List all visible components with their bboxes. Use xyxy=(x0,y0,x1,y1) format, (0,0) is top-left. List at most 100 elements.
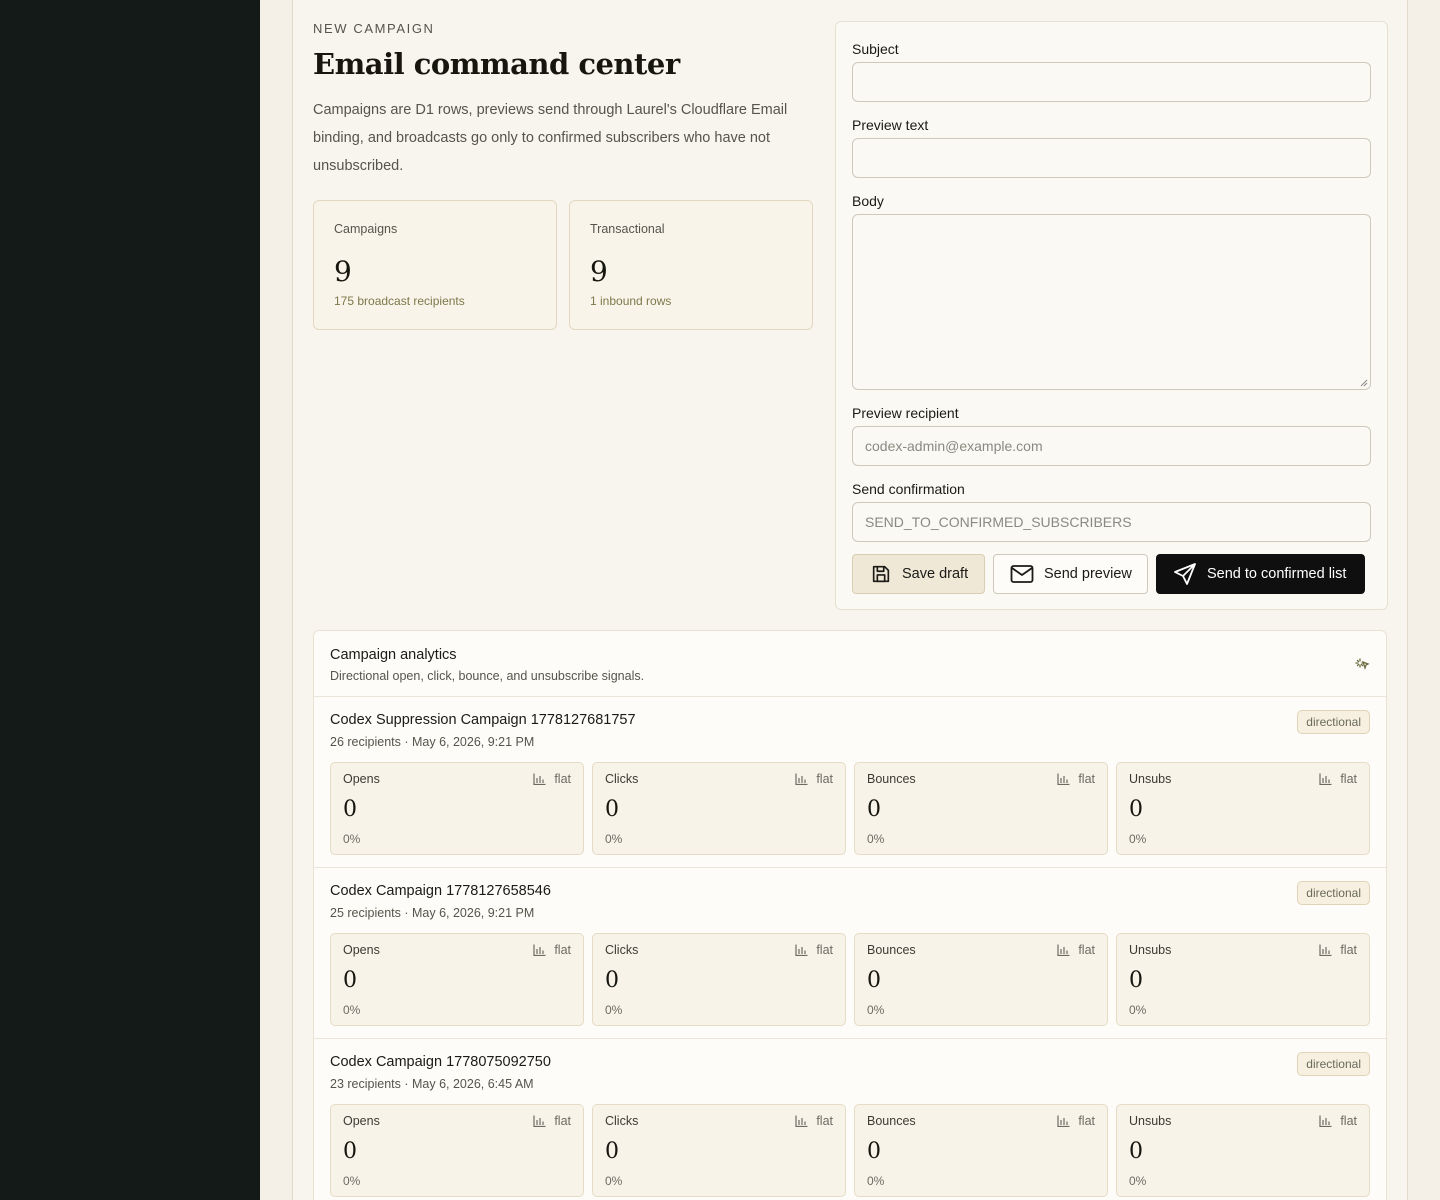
send-preview-label: Send preview xyxy=(1044,566,1132,582)
analytics-title: Campaign analytics xyxy=(330,647,457,663)
metric-card-unsubs: Unsubs flat 0 0% xyxy=(1116,762,1370,855)
metric-card-unsubs: Unsubs flat 0 0% xyxy=(1116,1104,1370,1197)
campaign-meta: 26 recipients · May 6, 2026, 9:21 PM xyxy=(330,735,535,749)
metric-card-bounces: Bounces flat 0 0% xyxy=(854,933,1108,1026)
metric-trend: flat xyxy=(533,772,571,786)
body-textarea[interactable] xyxy=(852,214,1371,390)
metric-card-clicks: Clicks flat 0 0% xyxy=(592,1104,846,1197)
metric-label: Unsubs xyxy=(1129,1114,1172,1128)
preview-recipient-label: Preview recipient xyxy=(852,405,959,421)
metric-card-bounces: Bounces flat 0 0% xyxy=(854,1104,1108,1197)
metric-label: Opens xyxy=(343,1114,380,1128)
preview-text-input[interactable] xyxy=(852,138,1371,178)
page-description: Campaigns are D1 rows, previews send thr… xyxy=(313,102,788,174)
metric-label: Bounces xyxy=(867,772,916,786)
metric-value: 0 xyxy=(343,797,357,822)
sparkle-icon xyxy=(1355,658,1370,671)
save-draft-button[interactable]: Save draft xyxy=(852,554,985,594)
send-icon xyxy=(1174,563,1196,585)
metric-value: 0 xyxy=(1129,797,1143,822)
send-confirmation-label: Send confirmation xyxy=(852,481,965,497)
preview-text-label: Preview text xyxy=(852,117,929,133)
body-label: Body xyxy=(852,193,884,209)
campaign-analytics: Campaign analytics Directional open, cli… xyxy=(313,630,1387,1200)
bar-chart-icon xyxy=(533,773,546,785)
status-badge: directional xyxy=(1297,710,1370,734)
metric-card-clicks: Clicks flat 0 0% xyxy=(592,933,846,1026)
analytics-header: Campaign analytics Directional open, cli… xyxy=(314,631,1386,697)
metric-trend: flat xyxy=(795,772,833,786)
stat-card-campaigns: Campaigns 9 175 broadcast recipients xyxy=(313,200,557,330)
bar-chart-icon xyxy=(1319,773,1332,785)
trend-label: flat xyxy=(1340,1114,1357,1128)
subject-label: Subject xyxy=(852,41,899,57)
bar-chart-icon xyxy=(1057,1115,1070,1127)
metric-percent: 0% xyxy=(867,1003,885,1017)
metric-value: 0 xyxy=(867,797,881,822)
metric-trend: flat xyxy=(795,943,833,957)
trend-label: flat xyxy=(1340,772,1357,786)
bar-chart-icon xyxy=(1057,944,1070,956)
resize-grip-icon[interactable] xyxy=(1360,379,1368,387)
preview-recipient-input[interactable]: codex-admin@example.com xyxy=(852,426,1371,466)
send-to-confirmed-list-button[interactable]: Send to confirmed list xyxy=(1156,554,1365,594)
metric-trend: flat xyxy=(533,1114,571,1128)
analytics-subtitle: Directional open, click, bounce, and uns… xyxy=(330,669,645,683)
sidebar xyxy=(0,0,260,1200)
metric-value: 0 xyxy=(867,1139,881,1164)
metric-trend: flat xyxy=(533,943,571,957)
metric-trend: flat xyxy=(1319,943,1357,957)
send-preview-button[interactable]: Send preview xyxy=(993,554,1148,594)
metric-percent: 0% xyxy=(343,1174,361,1188)
campaign-meta: 23 recipients · May 6, 2026, 6:45 AM xyxy=(330,1077,534,1091)
campaign-row[interactable]: Codex Campaign 1778075092750 23 recipient… xyxy=(314,1039,1386,1200)
campaign-form: Subject Preview text Body Preview recipi… xyxy=(835,21,1388,610)
metric-percent: 0% xyxy=(1129,1174,1147,1188)
metric-percent: 0% xyxy=(343,832,361,846)
bar-chart-icon xyxy=(795,944,808,956)
metric-percent: 0% xyxy=(605,1003,623,1017)
metric-label: Unsubs xyxy=(1129,943,1172,957)
metric-trend: flat xyxy=(795,1114,833,1128)
metric-label: Clicks xyxy=(605,772,639,786)
metric-card-unsubs: Unsubs flat 0 0% xyxy=(1116,933,1370,1026)
metric-label: Bounces xyxy=(867,943,916,957)
metric-label: Clicks xyxy=(605,943,639,957)
metric-label: Clicks xyxy=(605,1114,639,1128)
bar-chart-icon xyxy=(795,773,808,785)
trend-label: flat xyxy=(1078,943,1095,957)
metric-value: 0 xyxy=(1129,1139,1143,1164)
trend-label: flat xyxy=(816,1114,833,1128)
metric-trend: flat xyxy=(1319,772,1357,786)
metric-trend: flat xyxy=(1057,943,1095,957)
send-to-confirmed-list-label: Send to confirmed list xyxy=(1207,566,1347,582)
metric-value: 0 xyxy=(605,968,619,993)
campaign-name: Codex Campaign 1778075092750 xyxy=(330,1054,551,1070)
page-title: Email command center xyxy=(313,47,680,81)
save-icon xyxy=(872,565,890,583)
mail-icon xyxy=(1010,565,1034,583)
save-draft-label: Save draft xyxy=(902,566,969,582)
subject-input[interactable] xyxy=(852,62,1371,102)
metric-percent: 0% xyxy=(343,1003,361,1017)
campaign-meta: 25 recipients · May 6, 2026, 9:21 PM xyxy=(330,906,535,920)
campaign-row[interactable]: Codex Suppression Campaign 1778127681757… xyxy=(314,697,1386,868)
metric-card-opens: Opens flat 0 0% xyxy=(330,762,584,855)
metric-value: 0 xyxy=(343,968,357,993)
status-badge: directional xyxy=(1297,881,1370,905)
bar-chart-icon xyxy=(795,1115,808,1127)
campaign-name: Codex Campaign 1778127658546 xyxy=(330,883,551,899)
send-confirmation-input[interactable]: SEND_TO_CONFIRMED_SUBSCRIBERS xyxy=(852,502,1371,542)
bar-chart-icon xyxy=(1319,1115,1332,1127)
campaign-name: Codex Suppression Campaign 1778127681757 xyxy=(330,712,636,728)
stat-card-transactional: Transactional 9 1 inbound rows xyxy=(569,200,813,330)
bar-chart-icon xyxy=(1057,773,1070,785)
stat-label: Transactional xyxy=(590,222,665,236)
metric-value: 0 xyxy=(1129,968,1143,993)
stat-label: Campaigns xyxy=(334,222,398,236)
stat-value: 9 xyxy=(334,255,352,288)
metric-label: Bounces xyxy=(867,1114,916,1128)
trend-label: flat xyxy=(554,943,571,957)
metric-trend: flat xyxy=(1057,1114,1095,1128)
campaign-row[interactable]: Codex Campaign 1778127658546 25 recipient… xyxy=(314,868,1386,1039)
